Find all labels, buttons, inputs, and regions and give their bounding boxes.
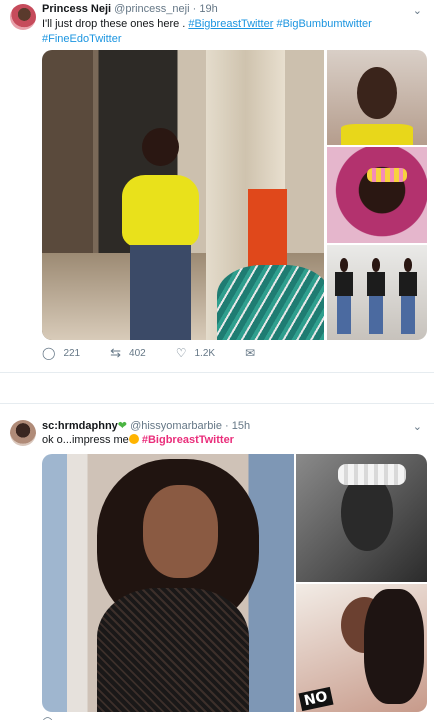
photo-person [397,258,419,335]
photo-table [216,264,324,340]
retweet-button[interactable]: ⇆ 402 [110,345,146,361]
photo[interactable] [327,147,427,243]
media-grid [42,50,427,340]
photo-hair [364,589,425,705]
display-name[interactable]: Princess Neji [42,3,111,15]
reply-count: 221 [63,347,81,359]
photo-torso [121,174,199,247]
tweet[interactable]: sc:hrmdaphny❤ @hissyomarbarbie · 15h ⌄ o… [0,404,434,720]
timestamp[interactable]: 19h [199,3,217,15]
tweet-text: I'll just drop these ones here . #Bigbre… [42,17,427,47]
like-button[interactable]: ♡ 1.2K [176,346,215,360]
chevron-down-icon[interactable]: ⌄ [413,4,422,17]
retweet-count: 402 [129,347,146,359]
timeline-divider [0,372,434,404]
reply-icon: ◯ [42,346,56,360]
photo[interactable] [327,50,427,145]
heart-icon: ♡ [175,346,187,360]
hashtag-link[interactable]: #BigBumbumtwitter [276,18,371,30]
tweet-actions: ◯ 221 ⇆ 402 ♡ 1.2K ✉ [42,345,293,361]
photo[interactable]: NO [296,584,427,712]
retweet-icon: ⇆ [110,345,122,360]
photo-jeans [129,244,191,340]
hashtag-link[interactable]: #FineEdoTwitter [42,33,121,45]
envelope-icon: ✉ [245,346,256,360]
photo-head [142,128,179,167]
photo-person [333,258,355,335]
photo-flower-crown [367,168,407,182]
dm-button[interactable]: ✉ [245,346,263,360]
photo-person [110,128,212,340]
photo-face [142,484,219,578]
tweet-text: ok o...impress me #BigbreastTwitter [42,433,427,448]
green-heart-icon: ❤ [117,420,128,432]
chevron-down-icon[interactable]: ⌄ [413,420,422,433]
photo-person [365,258,387,335]
no-sticker: NO [298,686,334,712]
like-count: 1.2K [194,347,216,359]
photo-face [357,67,397,120]
handle[interactable]: @princess_neji [114,3,189,15]
avatar[interactable] [10,4,36,30]
photo-face [340,474,393,552]
photo-lace-top [97,588,249,712]
handle[interactable]: @hissyomarbarbie [130,420,222,432]
tweet-text-body: I'll just drop these ones here . [42,18,189,30]
avatar[interactable] [10,420,36,446]
hashtag-link[interactable]: #BigbreastTwitter [142,434,234,446]
photo[interactable] [327,245,427,340]
display-name[interactable]: sc:hrmdaphny [42,420,118,432]
smile-emoji-icon [128,434,139,444]
tweet[interactable]: Princess Neji @princess_neji · 19h ⌄ I'l… [0,0,434,372]
photo[interactable] [42,454,294,712]
timestamp[interactable]: 15h [232,420,250,432]
photo-flower-crown [337,464,407,485]
reply-button[interactable]: ◯ 221 [42,346,80,360]
photo[interactable] [42,50,324,340]
hashtag-link[interactable]: #BigbreastTwitter [188,18,273,30]
tweet-text-body: ok o...impress me [42,434,129,446]
separator-dot: · [225,420,229,432]
separator-dot: · [192,3,197,15]
photo-top [341,124,413,145]
tweet-header: sc:hrmdaphny❤ @hissyomarbarbie · 15h [42,419,250,432]
tweet-header: Princess Neji @princess_neji · 19h [42,3,218,15]
media-grid: NO [42,454,427,712]
photo[interactable] [296,454,427,582]
